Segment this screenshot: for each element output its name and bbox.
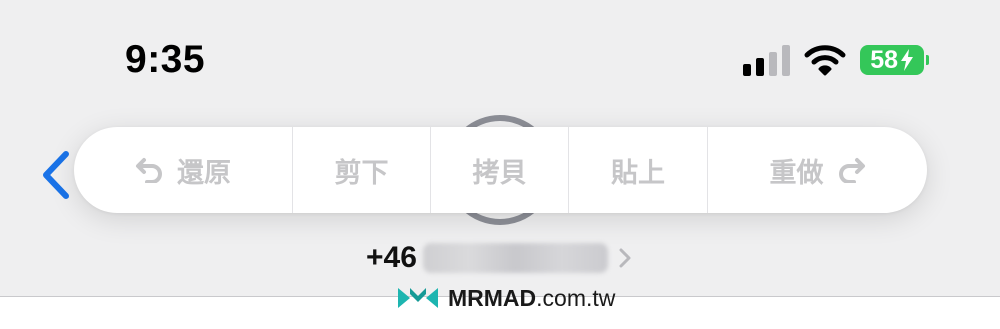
phone-number-row[interactable]: +46 <box>366 238 632 278</box>
mrmad-logo-icon <box>398 288 438 308</box>
bolt-icon <box>901 49 913 71</box>
chevron-left-icon[interactable] <box>38 150 72 200</box>
redacted-phone-number <box>422 243 608 273</box>
status-time: 9:35 <box>125 38 206 81</box>
battery-charging-icon: 58 <box>860 45 929 75</box>
redo-button[interactable]: 重做 <box>708 127 927 213</box>
watermark: MRMAD.com.tw <box>396 284 615 312</box>
edit-menu: 還原 剪下 拷貝 貼上 重做 <box>74 127 927 213</box>
redo-label: 重做 <box>769 157 824 189</box>
watermark-brand: MRMAD <box>448 284 537 311</box>
chevron-right-icon <box>619 248 631 268</box>
paste-button[interactable]: 貼上 <box>569 127 708 213</box>
cut-label: 剪下 <box>334 157 389 189</box>
phone-prefix: +46 <box>366 241 417 274</box>
copy-button[interactable]: 拷貝 <box>431 127 569 213</box>
undo-label: 還原 <box>177 157 231 189</box>
cut-button[interactable]: 剪下 <box>293 127 431 213</box>
redo-icon <box>838 158 865 183</box>
copy-label: 拷貝 <box>472 157 527 189</box>
watermark-domain: .com.tw <box>536 284 616 311</box>
undo-icon <box>136 158 162 183</box>
undo-button[interactable]: 還原 <box>74 127 293 213</box>
status-icons: 58 <box>743 42 929 78</box>
signal-icon <box>743 44 791 76</box>
paste-label: 貼上 <box>611 157 665 189</box>
watermark-text: MRMAD.com.tw <box>448 285 615 312</box>
battery-percent: 58 <box>870 45 898 74</box>
wifi-icon <box>804 45 846 76</box>
